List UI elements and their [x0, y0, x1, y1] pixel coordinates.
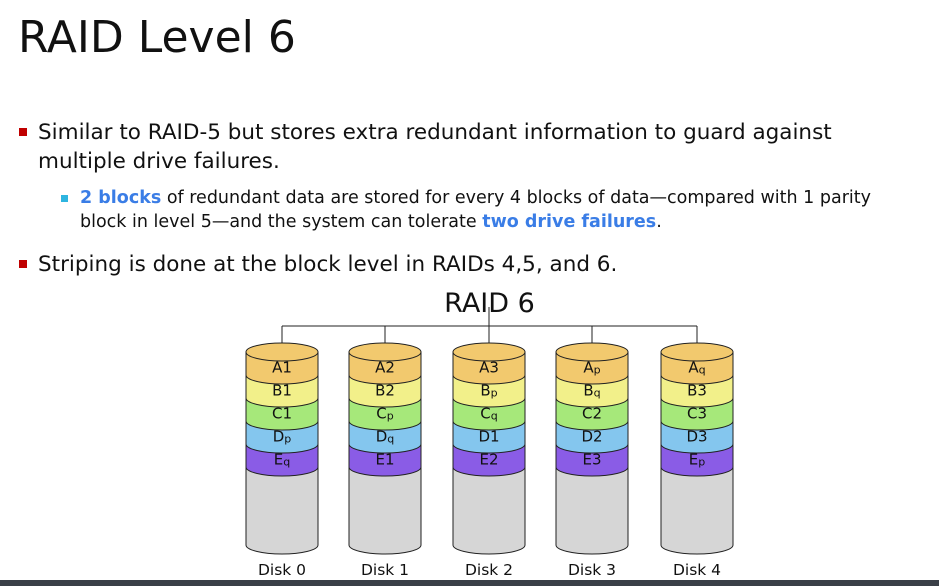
- block-label: B2: [375, 382, 395, 400]
- block-label: C1: [272, 405, 292, 423]
- block-label: A3: [479, 359, 499, 377]
- disk-label: Disk 2: [465, 561, 513, 579]
- disk-body: [348, 466, 422, 555]
- disk-label: Disk 0: [258, 561, 306, 579]
- block-label: C3: [687, 405, 707, 423]
- disk-0: A1B1C1DpEq: [245, 342, 319, 555]
- block-label: A2: [375, 359, 395, 377]
- block-label: A1: [272, 359, 292, 377]
- block-label: E2: [479, 451, 498, 469]
- block-label: E1: [375, 451, 394, 469]
- block-label: B3: [687, 382, 707, 400]
- disk-4: AqB3C3D3Ep: [660, 342, 734, 555]
- block-label: C2: [582, 405, 602, 423]
- block-label: E3: [582, 451, 601, 469]
- disk-body: [245, 466, 319, 555]
- block-label: D3: [686, 428, 707, 446]
- raid-6-diagram: A1B1C1DpEqDisk 0A2B2CpDqE1Disk 1A3BpCqD1…: [245, 307, 734, 579]
- block-label: D1: [478, 428, 499, 446]
- disk-label: Disk 1: [361, 561, 409, 579]
- disk-body: [452, 466, 526, 555]
- footer-bar: [0, 580, 939, 586]
- disk-label: Disk 4: [673, 561, 721, 579]
- disk-2: A3BpCqD1E2: [452, 342, 526, 555]
- block-label: D2: [581, 428, 602, 446]
- disk-1: A2B2CpDqE1: [348, 342, 422, 555]
- block-label: B1: [272, 382, 292, 400]
- disk-body: [660, 466, 734, 555]
- disk-label: Disk 3: [568, 561, 616, 579]
- disk-body: [555, 466, 629, 555]
- disk-3: ApBqC2D2E3: [555, 342, 629, 555]
